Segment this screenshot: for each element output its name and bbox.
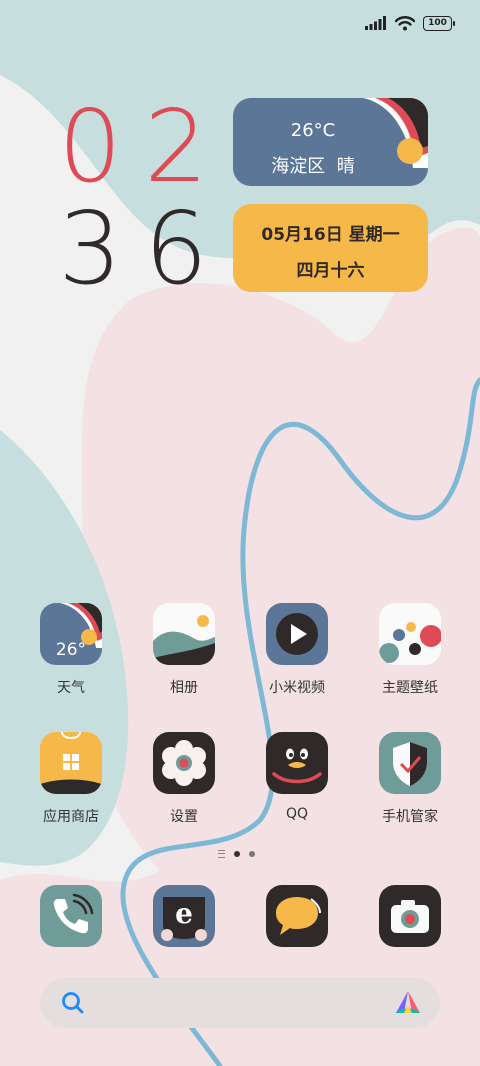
battery-indicator: 100 [423, 15, 455, 31]
app-store[interactable]: 应用商店 [21, 732, 121, 826]
clock-hours[interactable]: 02 [50, 88, 222, 205]
qq-icon [266, 732, 328, 794]
phone-icon [40, 885, 102, 947]
app-gallery[interactable]: 相册 [134, 603, 234, 697]
hour-digit-1: 0 [58, 88, 128, 205]
app-security[interactable]: 手机管家 [360, 732, 460, 826]
browser-icon-letter: e [175, 897, 193, 930]
status-bar: 100 [365, 12, 455, 34]
minute-digit-1: 3 [58, 190, 128, 307]
signal-icon [365, 16, 386, 30]
weather-temperature: 26°C [290, 120, 336, 141]
weather-icon-temp: 26° [55, 640, 87, 660]
app-label: QQ [285, 806, 309, 822]
weekday-text: 星期一 [348, 225, 400, 245]
dock-messages[interactable] [247, 885, 347, 947]
weather-widget[interactable]: 26°C 海淀区 晴 [233, 98, 428, 186]
page-dot-active [234, 851, 240, 857]
messages-icon [266, 885, 328, 947]
app-themes[interactable]: 主题壁纸 [360, 603, 460, 697]
clock-minutes[interactable]: 36 [50, 190, 222, 307]
app-label: 小米视频 [269, 680, 325, 696]
app-weather[interactable]: 26° 天气 [21, 603, 121, 697]
app-label: 相册 [170, 680, 198, 696]
weather-location: 海淀区 晴 [233, 152, 393, 178]
page-dot [249, 851, 255, 857]
search-icon [62, 992, 84, 1014]
minute-digit-2: 6 [144, 190, 214, 307]
wifi-icon [395, 15, 415, 30]
video-icon [266, 603, 328, 665]
search-bar[interactable] [40, 978, 440, 1028]
weather-icon: 26° [40, 603, 102, 665]
weather-district: 海淀区 [271, 156, 326, 177]
app-store-icon [40, 732, 102, 794]
date-widget[interactable]: 05月16日 星期一 四月十六 [233, 204, 428, 292]
app-label: 主题壁纸 [382, 680, 438, 696]
page-indicator-list-icon [218, 850, 225, 858]
hour-digit-2: 2 [144, 88, 214, 205]
gallery-icon [153, 603, 215, 665]
dock-camera[interactable] [360, 885, 460, 947]
app-settings[interactable]: 设置 [134, 732, 234, 826]
camera-icon [379, 885, 441, 947]
themes-icon [379, 603, 441, 665]
app-label: 应用商店 [43, 809, 99, 825]
browser-icon: e [153, 885, 215, 947]
assistant-icon[interactable] [394, 989, 422, 1017]
settings-icon [153, 732, 215, 794]
app-label: 天气 [57, 680, 85, 696]
app-video[interactable]: 小米视频 [247, 603, 347, 697]
lunar-date: 四月十六 [296, 261, 365, 281]
app-label: 手机管家 [382, 809, 438, 825]
app-label: 设置 [170, 809, 198, 825]
page-indicator[interactable] [218, 850, 255, 858]
date-line: 05月16日 星期一 [233, 220, 428, 245]
weather-condition: 晴 [336, 156, 355, 177]
security-icon [379, 732, 441, 794]
app-qq[interactable]: QQ [247, 732, 347, 822]
dock-phone[interactable] [21, 885, 121, 947]
date-text: 05月16日 [261, 225, 343, 245]
dock-browser[interactable]: e [134, 885, 234, 947]
